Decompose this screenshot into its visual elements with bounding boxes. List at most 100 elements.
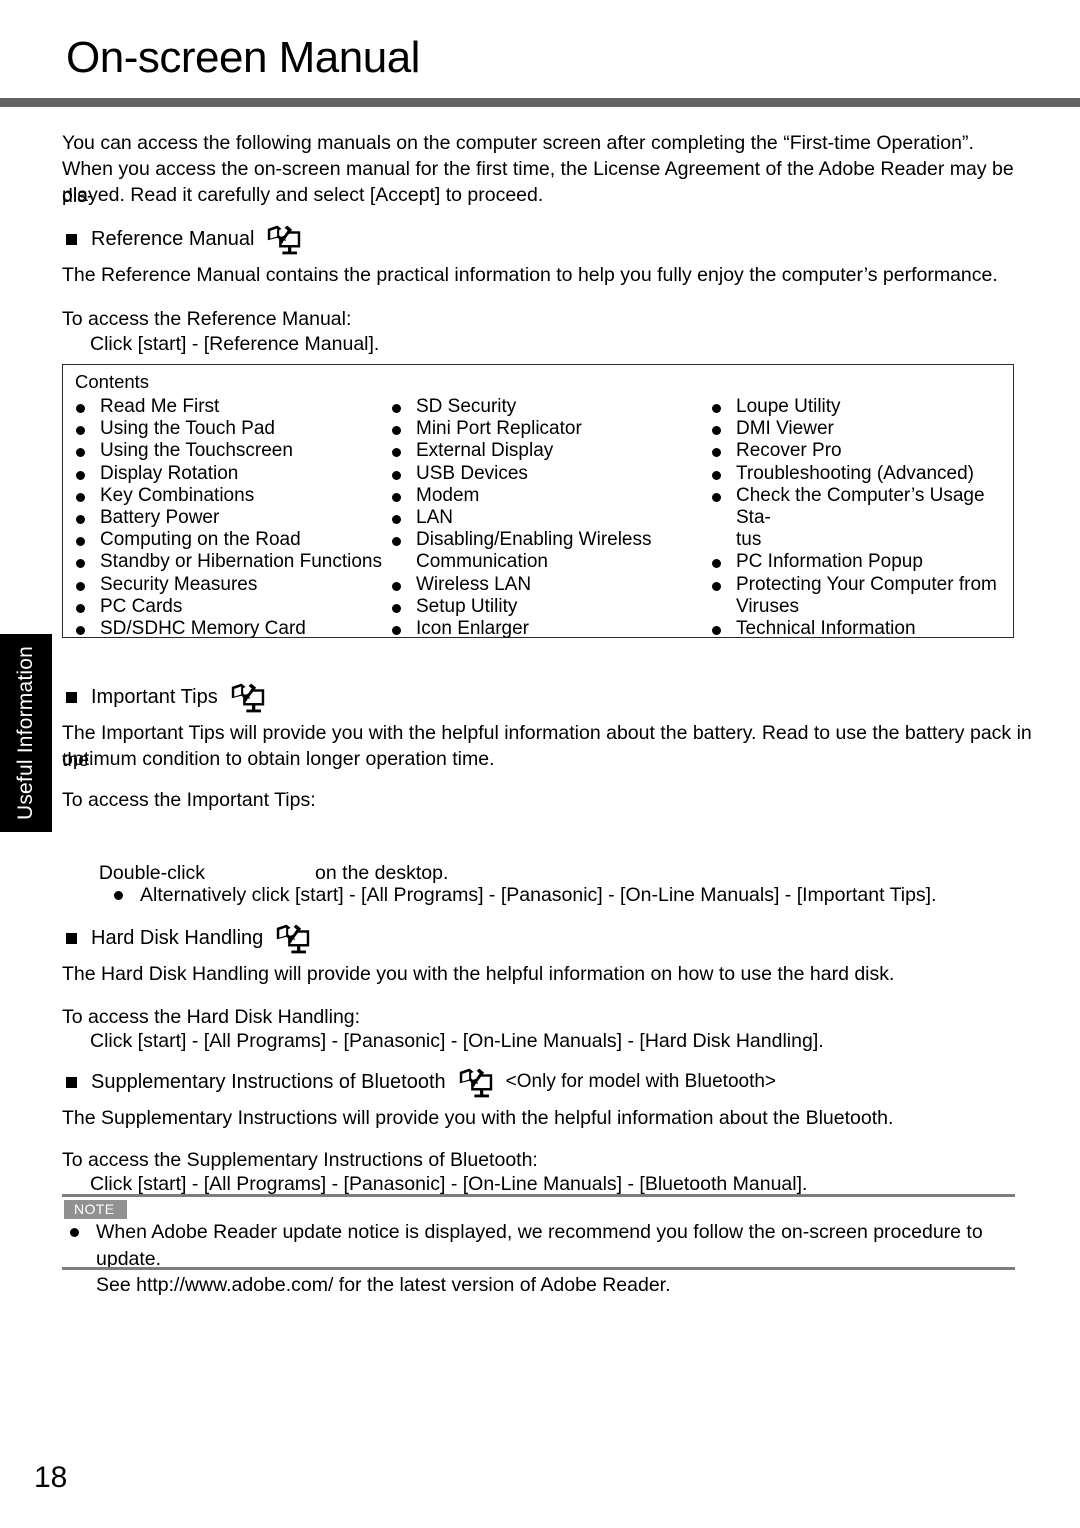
bullet-dot-icon [712,404,721,413]
note-body: When Adobe Reader update notice is displ… [66,1219,1046,1299]
list-item-label: USB Devices [416,462,528,484]
list-item-continuation: Viruses [709,596,1009,618]
list-item[interactable]: Wireless LAN [389,574,699,596]
page-title: On-screen Manual [66,33,420,82]
list-item-label: Loupe Utility [736,396,841,417]
section-heading-hard-disk-handling: Hard Disk Handling [66,921,313,955]
list-item[interactable]: Security Measures [73,574,383,596]
note-line-2: See http://www.adobe.com/ for the latest… [96,1274,671,1296]
list-item[interactable]: Read Me First [73,396,383,418]
list-item[interactable]: Technical Information [709,618,1009,640]
reference-manual-access-step: Click [start] - [Reference Manual]. [90,333,380,355]
list-item-label: Mini Port Replicator [416,418,582,440]
on-screen-manual-icon [456,1067,496,1101]
side-tab-useful-information: Useful Information [0,634,52,832]
list-item[interactable]: Icon Enlarger [389,618,699,640]
bullet-dot-icon [76,404,85,413]
square-bullet-icon [66,932,77,944]
square-bullet-icon [66,233,77,245]
note-rule-bottom [62,1267,1015,1270]
section-heading-reference-manual: Reference Manual [66,222,304,256]
list-item-label: Troubleshooting (Advanced) [736,462,974,484]
list-item-label: Using the Touchscreen [100,440,293,462]
list-item-continuation: tus [709,529,1009,551]
bullet-dot-icon [76,515,85,525]
bullet-dot-icon [712,448,721,458]
bullet-dot-icon [392,515,401,525]
list-item[interactable]: Troubleshooting (Advanced) [709,463,1009,485]
list-item[interactable]: Mini Port Replicator [389,418,699,440]
section-heading-important-tips: Important Tips [66,680,268,714]
list-item-label: Key Combinations [100,484,255,506]
list-item[interactable]: DMI Viewer [709,418,1009,440]
list-item[interactable]: PC Information Popup [709,551,1009,573]
list-item-label: Computing on the Road [100,529,301,551]
list-item[interactable]: SD/SDHC Memory Card [73,618,383,640]
list-item-label: Read Me First [100,396,220,417]
section-heading-label: Supplementary Instructions of Bluetooth [91,1070,446,1093]
list-item[interactable]: SD Security [389,396,699,418]
list-item-label: Communication [416,551,548,573]
section-heading-label: Important Tips [91,685,218,708]
list-item[interactable]: Using the Touchscreen [73,440,383,462]
list-item-label: Display Rotation [100,462,239,484]
bullet-dot-icon [392,603,401,613]
list-item-label: Disabling/Enabling Wireless [416,529,652,551]
bullet-dot-icon [76,448,85,458]
list-item-label: Viruses [736,595,800,617]
contents-box: Contents Read Me First Using the Touch P… [62,364,1014,640]
list-item[interactable]: PC Cards [73,596,383,618]
section-heading-label: Hard Disk Handling [91,926,264,949]
list-item-label: Protecting Your Computer from [736,573,997,595]
list-item[interactable]: Recover Pro [709,440,1009,462]
list-item[interactable]: Check the Computer’s Usage Sta- [709,485,1009,529]
list-item[interactable]: Protecting Your Computer from [709,574,1009,596]
list-item-label: Technical Information [736,618,916,640]
list-item[interactable]: Loupe Utility [709,396,1009,418]
bullet-dot-icon [392,404,401,413]
bullet-dot-icon [70,1228,79,1237]
bullet-dot-icon [712,426,721,436]
list-item-label: Modem [416,484,480,506]
list-item-label: tus [736,529,762,551]
bullet-dot-icon [712,559,721,569]
on-screen-manual-icon [264,224,304,258]
contents-label: Contents [75,371,150,392]
list-item-label: Security Measures [100,573,258,595]
list-item-continuation: Communication [389,551,699,573]
important-tips-double-click-line: Double-click on the desktop. [88,833,1048,886]
bullet-dot-icon [392,492,401,502]
list-item[interactable]: Setup Utility [389,596,699,618]
bullet-dot-icon [712,470,721,480]
list-item[interactable]: Computing on the Road [73,529,383,551]
bullet-dot-icon [114,891,123,900]
list-item[interactable]: Modem [389,485,699,507]
bullet-dot-icon [392,470,401,480]
list-item[interactable]: Standby or Hibernation Functions [73,551,383,573]
note-rule-top [62,1194,1015,1197]
list-item-label: Recover Pro [736,440,842,462]
list-item[interactable]: Disabling/Enabling Wireless [389,529,699,551]
intro-line-3: played. Read it carefully and select [Ac… [62,184,544,206]
list-item[interactable]: Key Combinations [73,485,383,507]
list-item-label: PC Cards [100,595,183,617]
intro-line-1: You can access the following manuals on … [62,132,974,154]
section-heading-label: Reference Manual [91,227,255,250]
list-item[interactable]: External Display [389,440,699,462]
reference-manual-access-label: To access the Reference Manual: [62,308,352,330]
list-item-label: Battery Power [100,507,220,529]
bullet-dot-icon [712,626,721,636]
list-item[interactable]: USB Devices [389,463,699,485]
list-item[interactable]: Display Rotation [73,463,383,485]
list-item-label: Wireless LAN [416,573,532,595]
list-item[interactable]: Battery Power [73,507,383,529]
square-bullet-icon [66,691,77,703]
list-item-label: Check the Computer’s Usage Sta- [736,484,985,529]
double-click-prefix: Double-click [98,861,206,884]
list-item[interactable]: LAN [389,507,699,529]
bullet-dot-icon [392,426,401,436]
list-item-label: Icon Enlarger [416,618,530,640]
bluetooth-access-label: To access the Supplementary Instructions… [62,1149,538,1171]
list-item[interactable]: Using the Touch Pad [73,418,383,440]
bluetooth-description: The Supplementary Instructions will prov… [62,1107,894,1129]
